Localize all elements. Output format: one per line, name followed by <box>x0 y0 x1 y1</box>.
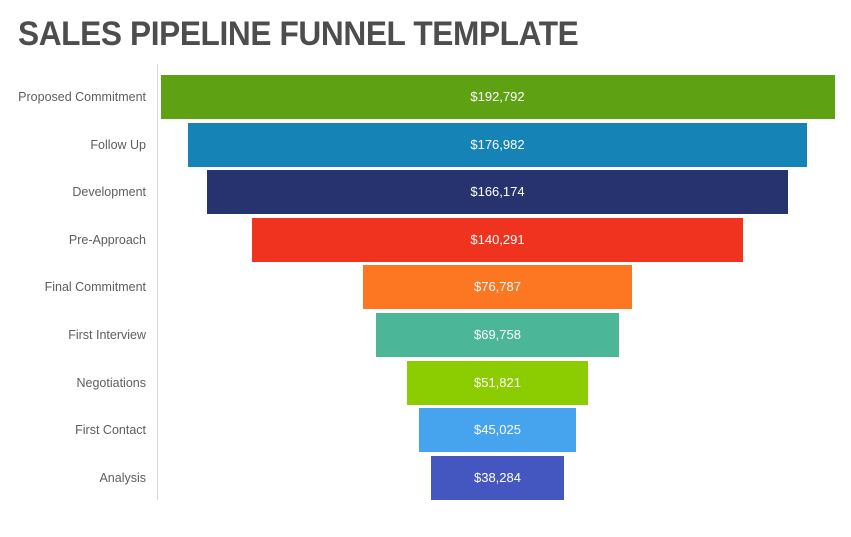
funnel-bar-value-label: $51,821 <box>473 374 521 390</box>
funnel-row: First Contact $45,025 <box>0 408 851 453</box>
funnel-bar[interactable]: $69,758 <box>375 313 620 357</box>
funnel-row: Proposed Commitment $192,792 <box>0 75 851 119</box>
funnel-row: Negotiations $51,821 <box>0 360 851 405</box>
funnel-row: Development $166,174 <box>0 170 851 215</box>
funnel-bar-value-label: $166,174 <box>470 184 525 200</box>
funnel-bar[interactable]: $140,291 <box>252 217 743 262</box>
funnel-bar[interactable]: $192,792 <box>160 75 835 119</box>
category-axis-label: Analysis <box>99 470 146 485</box>
funnel-row: Final Commitment $76,787 <box>0 265 851 310</box>
funnel-bar[interactable]: $45,025 <box>418 408 577 453</box>
funnel-bar-value-label: $140,291 <box>470 231 525 247</box>
page-title: SALES PIPELINE FUNNEL TEMPLATE <box>18 15 579 53</box>
category-axis-label: Development <box>72 185 146 200</box>
funnel-chart-page: SALES PIPELINE FUNNEL TEMPLATE Proposed … <box>0 0 851 537</box>
funnel-bar-value-label: $192,792 <box>470 89 525 104</box>
funnel-row: Analysis $38,284 <box>0 455 851 500</box>
category-axis-label: First Interview <box>68 328 146 342</box>
funnel-row: Pre-Approach $140,291 <box>0 217 851 262</box>
funnel-bar-value-label: $176,982 <box>470 136 525 152</box>
funnel-bar[interactable]: $76,787 <box>363 265 632 310</box>
funnel-bar-value-label: $38,284 <box>473 469 521 485</box>
funnel-bar[interactable]: $51,821 <box>406 360 589 405</box>
funnel-bar[interactable]: $166,174 <box>207 170 788 215</box>
funnel-bar-value-label: $69,758 <box>473 327 521 342</box>
category-axis-label: Follow Up <box>90 137 146 152</box>
funnel-plot-area: Proposed Commitment $192,792 Follow Up $176… <box>0 64 851 524</box>
funnel-bar[interactable]: $176,982 <box>188 122 807 167</box>
funnel-bar-value-label: $76,787 <box>473 279 521 295</box>
funnel-bar-value-label: $45,025 <box>473 422 521 438</box>
category-axis-label: Proposed Commitment <box>18 90 146 104</box>
funnel-row: First Interview $69,758 <box>0 313 851 357</box>
funnel-bar[interactable]: $38,284 <box>430 455 565 500</box>
category-axis-label: Pre-Approach <box>68 232 146 247</box>
category-axis-label: First Contact <box>75 423 146 438</box>
category-axis-label: Negotiations <box>76 375 147 390</box>
funnel-row: Follow Up $176,982 <box>0 122 851 167</box>
category-axis-label: Final Commitment <box>44 280 146 295</box>
